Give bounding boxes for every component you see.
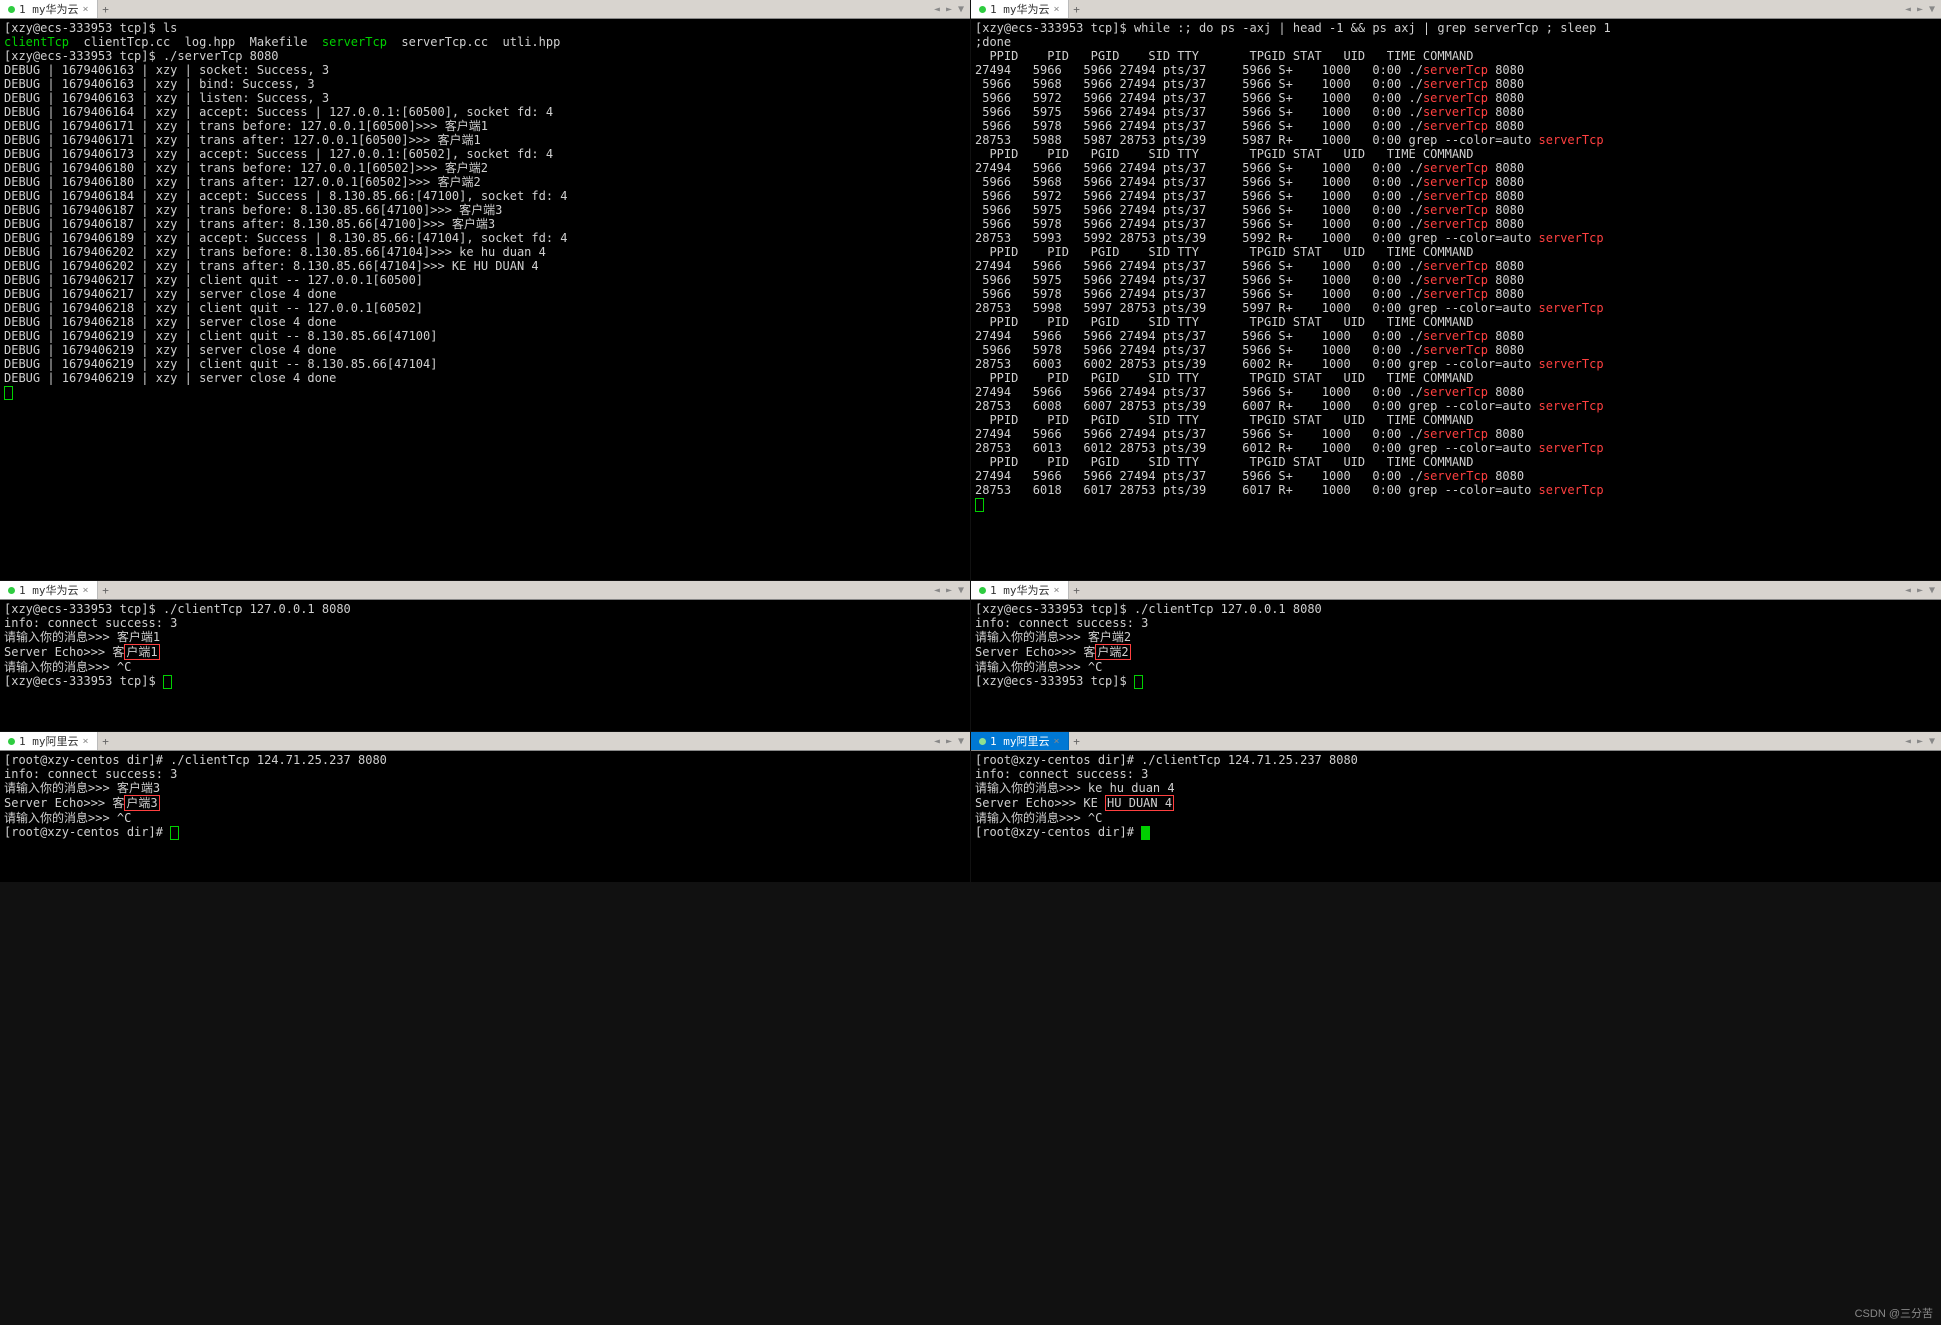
nav-down-icon[interactable]: ▼ (1927, 4, 1937, 15)
pane-top-right: 1 my华为云 × + ◄►▼ [xzy@ecs-333953 tcp]$ whi… (971, 0, 1941, 580)
pane-mid-left: 1 my华为云 × + ◄►▼ [xzy@ecs-333953 tcp]$ ./c… (0, 581, 970, 731)
tab-label: 1 my阿里云 (990, 733, 1050, 749)
nav-buttons: ◄►▼ (932, 4, 970, 15)
status-dot-icon (8, 587, 15, 594)
tab-huawei[interactable]: 1 my华为云 × (971, 0, 1069, 18)
nav-right-icon[interactable]: ► (1915, 736, 1925, 747)
new-tab-button[interactable]: + (98, 3, 114, 16)
nav-right-icon[interactable]: ► (944, 4, 954, 15)
status-dot-icon (979, 587, 986, 594)
terminal-grid: 1 my华为云× + ◄►▼ [xzy@ecs-333953 tcp]$ ls … (0, 0, 1941, 882)
tabbar: 1 my华为云 × + ◄►▼ (0, 0, 970, 19)
pane-bot-left: 1 my阿里云 × + ◄►▼ [root@xzy-centos dir]# ./… (0, 732, 970, 882)
terminal-output[interactable]: [root@xzy-centos dir]# ./clientTcp 124.7… (0, 751, 970, 882)
tabbar: 1 my阿里云 × + ◄►▼ (0, 732, 970, 751)
nav-buttons: ◄►▼ (1903, 736, 1941, 747)
terminal-output[interactable]: [xzy@ecs-333953 tcp]$ ./clientTcp 127.0.… (971, 600, 1941, 731)
tab-huawei[interactable]: 1 my华为云 × (971, 581, 1069, 599)
new-tab-button[interactable]: + (98, 584, 114, 597)
tabbar: 1 my华为云 × + ◄►▼ (971, 0, 1941, 19)
close-icon[interactable]: × (1054, 4, 1060, 15)
status-dot-icon (979, 6, 986, 13)
tab-huawei[interactable]: 1 my华为云 × (0, 581, 98, 599)
tab-huawei[interactable]: 1 my华为云 × (0, 0, 98, 18)
nav-down-icon[interactable]: ▼ (956, 736, 966, 747)
terminal-output[interactable]: [root@xzy-centos dir]# ./clientTcp 124.7… (971, 751, 1941, 882)
nav-down-icon[interactable]: ▼ (1927, 585, 1937, 596)
close-icon[interactable]: × (83, 4, 89, 15)
nav-right-icon[interactable]: ► (944, 585, 954, 596)
watermark: CSDN @三分苦 (1855, 1305, 1933, 1321)
new-tab-button[interactable]: + (1069, 735, 1085, 748)
tab-label: 1 my华为云 (19, 1, 79, 17)
nav-left-icon[interactable]: ◄ (1903, 4, 1913, 15)
nav-buttons: ◄►▼ (1903, 585, 1941, 596)
tabbar: 1 my阿里云 × + ◄►▼ (971, 732, 1941, 751)
nav-right-icon[interactable]: ► (944, 736, 954, 747)
close-icon[interactable]: × (1054, 736, 1060, 747)
nav-right-icon[interactable]: ► (1915, 4, 1925, 15)
tab-label: 1 my华为云 (990, 582, 1050, 598)
close-icon[interactable]: × (83, 736, 89, 747)
status-dot-icon (979, 738, 986, 745)
pane-mid-right: 1 my华为云 × + ◄►▼ [xzy@ecs-333953 tcp]$ ./c… (971, 581, 1941, 731)
tabbar: 1 my华为云 × + ◄►▼ (971, 581, 1941, 600)
nav-left-icon[interactable]: ◄ (932, 736, 942, 747)
terminal-output[interactable]: [xzy@ecs-333953 tcp]$ ./clientTcp 127.0.… (0, 600, 970, 731)
terminal-output[interactable]: [xzy@ecs-333953 tcp]$ ls clientTcp clien… (0, 19, 970, 580)
new-tab-button[interactable]: + (1069, 584, 1085, 597)
close-icon[interactable]: × (1054, 585, 1060, 596)
status-dot-icon (8, 6, 15, 13)
nav-buttons: ◄►▼ (932, 585, 970, 596)
close-icon[interactable]: × (83, 585, 89, 596)
nav-down-icon[interactable]: ▼ (956, 4, 966, 15)
nav-right-icon[interactable]: ► (1915, 585, 1925, 596)
new-tab-button[interactable]: + (1069, 3, 1085, 16)
tab-ali[interactable]: 1 my阿里云 × (0, 732, 98, 750)
tab-label: 1 my阿里云 (19, 733, 79, 749)
new-tab-button[interactable]: + (98, 735, 114, 748)
nav-left-icon[interactable]: ◄ (1903, 585, 1913, 596)
status-dot-icon (8, 738, 15, 745)
nav-down-icon[interactable]: ▼ (956, 585, 966, 596)
tab-ali[interactable]: 1 my阿里云 × (971, 732, 1069, 750)
pane-bot-right: 1 my阿里云 × + ◄►▼ [root@xzy-centos dir]# ./… (971, 732, 1941, 882)
tab-label: 1 my华为云 (990, 1, 1050, 17)
nav-buttons: ◄►▼ (1903, 4, 1941, 15)
pane-top-left: 1 my华为云 × + ◄►▼ [xzy@ecs-333953 tcp]$ ls … (0, 0, 970, 580)
tabbar: 1 my华为云 × + ◄►▼ (0, 581, 970, 600)
nav-left-icon[interactable]: ◄ (932, 4, 942, 15)
nav-left-icon[interactable]: ◄ (1903, 736, 1913, 747)
nav-down-icon[interactable]: ▼ (1927, 736, 1937, 747)
nav-buttons: ◄►▼ (932, 736, 970, 747)
terminal-output[interactable]: [xzy@ecs-333953 tcp]$ while :; do ps -ax… (971, 19, 1941, 580)
nav-left-icon[interactable]: ◄ (932, 585, 942, 596)
tab-label: 1 my华为云 (19, 582, 79, 598)
